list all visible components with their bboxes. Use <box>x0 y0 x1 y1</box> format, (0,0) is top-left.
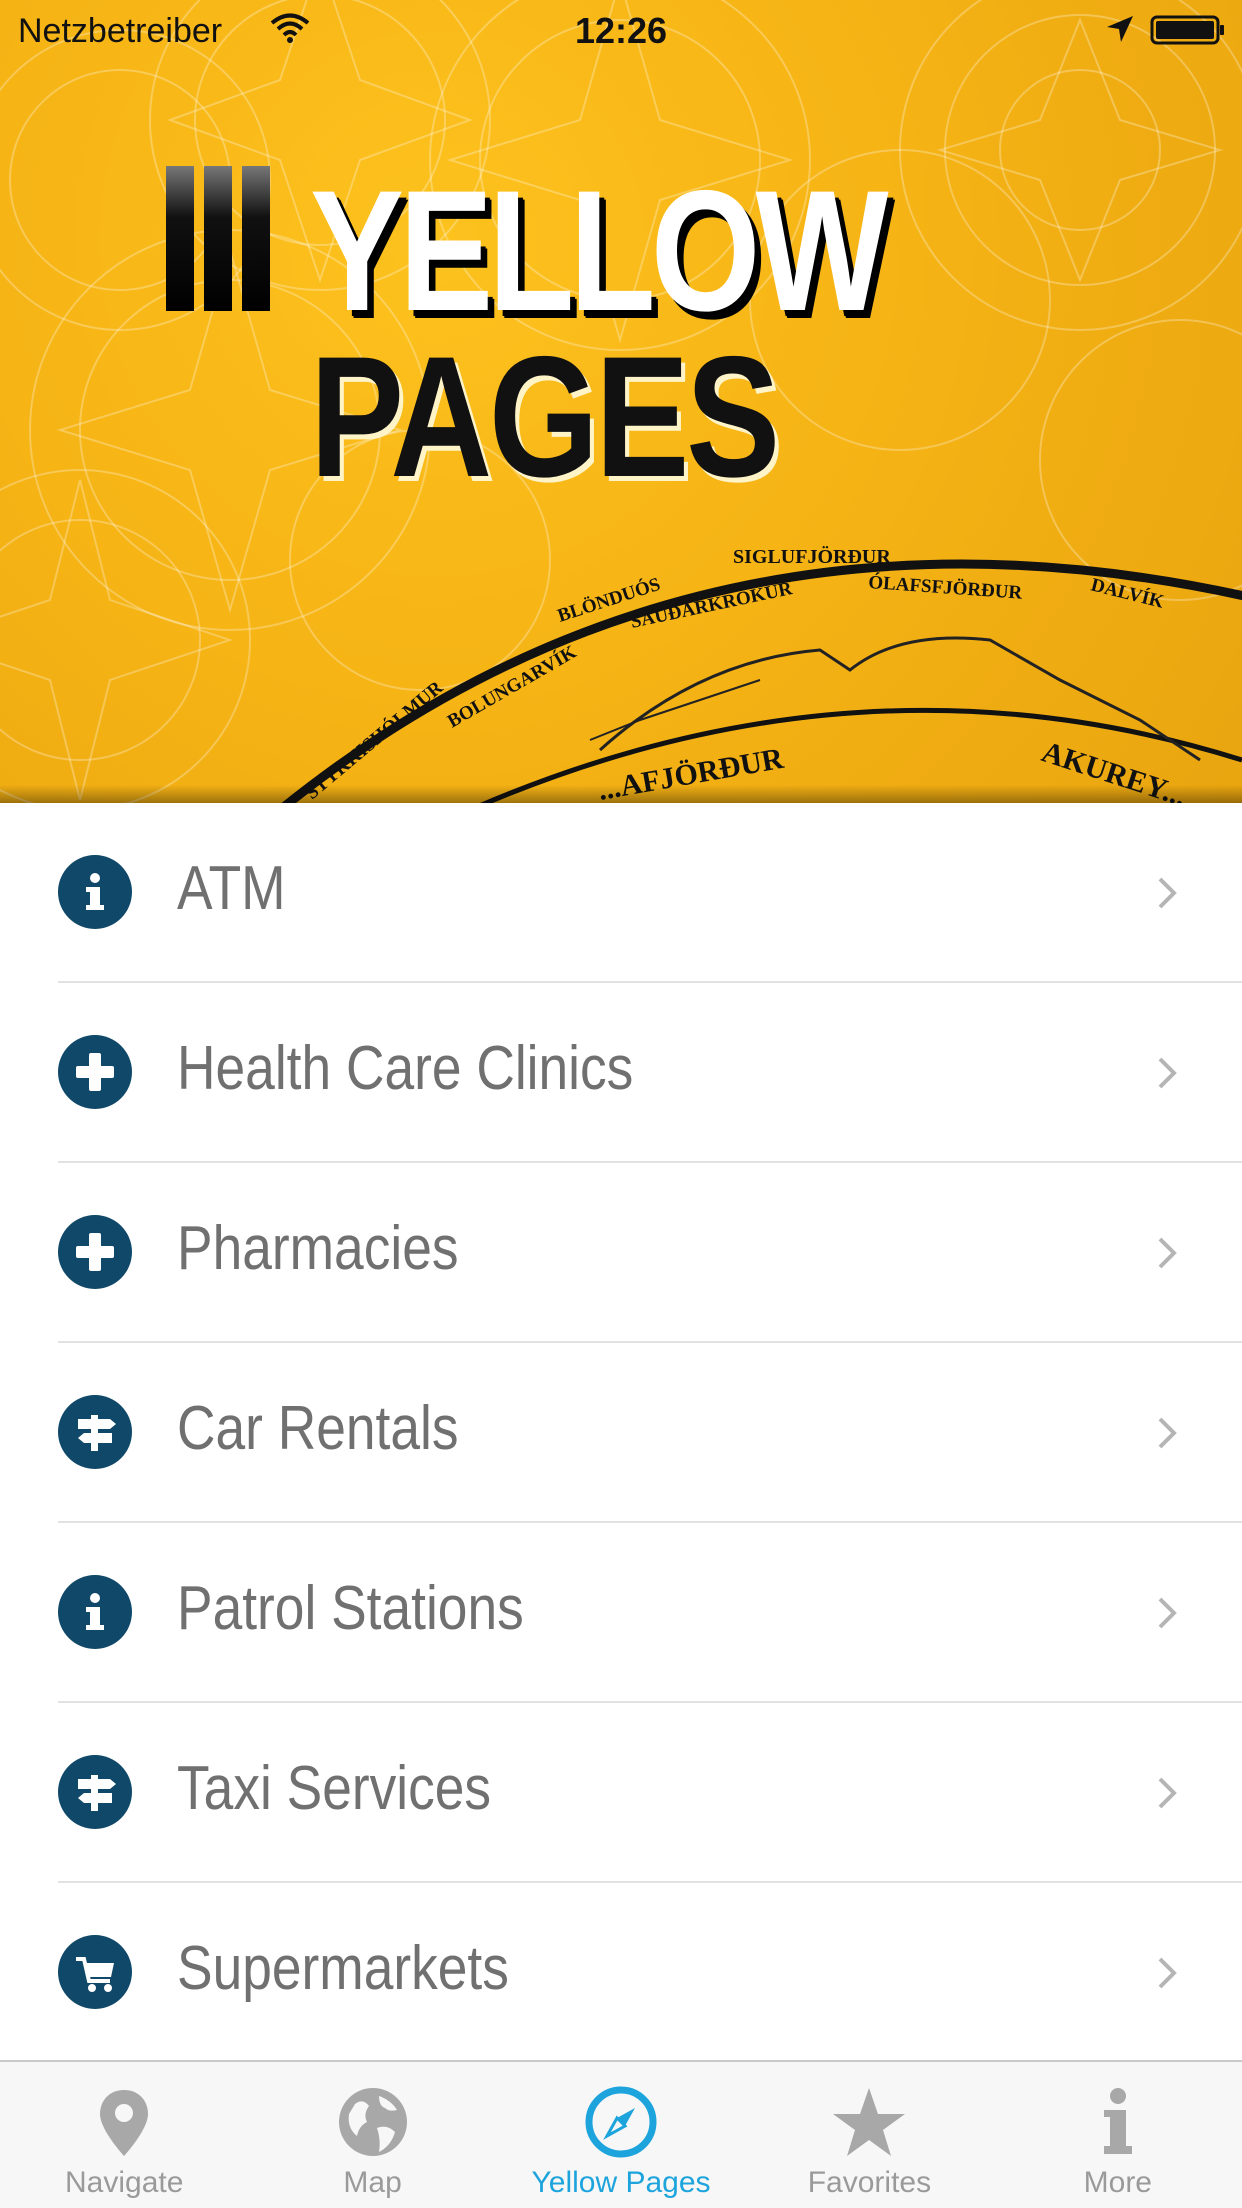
list-item-label: Health Care Clinics <box>177 1034 634 1103</box>
signpost-icon <box>58 1395 132 1469</box>
info-icon <box>1103 2088 1132 2154</box>
cart-icon <box>58 1935 132 2009</box>
yellow-pages-logo: YELLOW PAGES <box>160 155 889 513</box>
list-item-atm[interactable]: ATM <box>0 803 1242 983</box>
list-item-label: Supermarkets <box>177 1934 509 2003</box>
tab-bar: Navigate Map Yellow Pages Favorites More <box>0 2060 1242 2208</box>
chevron-right-icon <box>1158 1057 1177 1089</box>
logo-word-pages: PAGES <box>310 321 780 513</box>
tab-navigate[interactable]: Navigate <box>0 2062 248 2208</box>
chevron-right-icon <box>1158 1237 1177 1269</box>
logo-bars-icon <box>166 166 270 311</box>
town-label: ÓLAFSFJÖRÐUR <box>868 571 1024 604</box>
list-item-pharmacies[interactable]: Pharmacies <box>0 1163 1242 1343</box>
list-item-label: ATM <box>177 854 286 923</box>
plus-icon <box>58 1215 132 1289</box>
list-item-label: Car Rentals <box>177 1394 459 1463</box>
compass-icon <box>585 2086 657 2158</box>
tab-more[interactable]: More <box>994 2062 1242 2208</box>
star-icon <box>833 2088 906 2156</box>
chevron-right-icon <box>1158 1957 1177 1989</box>
town-label: STYKKISHÓLMUR <box>301 676 447 803</box>
tab-label: Yellow Pages <box>531 2166 711 2199</box>
status-bar: Netzbetreiber 12:26 <box>0 0 1242 60</box>
location-arrow-icon <box>1107 16 1133 42</box>
iceland-map-arc: SIGLUFJÖRÐUR BLÖNDUÓS SAUÐÁRKRÓKUR ÓLAFS… <box>281 545 1242 803</box>
list-item-car-rentals[interactable]: Car Rentals <box>0 1343 1242 1523</box>
list-item-taxi-services[interactable]: Taxi Services <box>0 1703 1242 1883</box>
tab-map[interactable]: Map <box>248 2062 496 2208</box>
chevron-right-icon <box>1158 1777 1177 1809</box>
map-pin-icon <box>100 2090 149 2156</box>
battery-icon <box>1150 15 1224 45</box>
chevron-right-icon <box>1158 1417 1177 1449</box>
plus-icon <box>58 1035 132 1109</box>
globe-icon <box>338 2088 407 2156</box>
info-icon <box>58 855 132 929</box>
list-item-label: Taxi Services <box>177 1754 492 1823</box>
chevron-right-icon <box>1158 877 1177 909</box>
status-time: 12:26 <box>574 10 668 51</box>
tab-favorites[interactable]: Favorites <box>745 2062 993 2208</box>
tab-yellow-pages[interactable]: Yellow Pages <box>497 2062 745 2208</box>
signpost-icon <box>58 1755 132 1829</box>
yellow-pages-screen: YELLOW PAGES SIGLUFJÖRÐUR BLÖNDUÓS SAUÐÁ… <box>0 0 1242 2208</box>
town-label: SIGLUFJÖRÐUR <box>733 545 891 568</box>
category-list: ATM Health Care Clinics Pharmacies Car R… <box>0 803 1242 2063</box>
header-banner: YELLOW PAGES SIGLUFJÖRÐUR BLÖNDUÓS SAUÐÁ… <box>0 0 1242 803</box>
list-item-health-care-clinics[interactable]: Health Care Clinics <box>0 983 1242 1163</box>
svg-text:SIGLUFJÖRÐUR: SIGLUFJÖRÐUR <box>733 545 891 568</box>
info-icon <box>58 1575 132 1649</box>
list-item-label: Pharmacies <box>177 1214 459 1283</box>
tab-label: Map <box>343 2166 402 2199</box>
tab-label: Favorites <box>807 2166 932 2199</box>
tab-label: Navigate <box>65 2166 184 2199</box>
tab-label: More <box>1083 2166 1152 2199</box>
list-item-supermarkets[interactable]: Supermarkets <box>0 1883 1242 2063</box>
header-shadow <box>0 785 1242 803</box>
list-item-patrol-stations[interactable]: Patrol Stations <box>0 1523 1242 1703</box>
list-item-label: Patrol Stations <box>177 1574 524 1643</box>
chevron-right-icon <box>1158 1597 1177 1629</box>
